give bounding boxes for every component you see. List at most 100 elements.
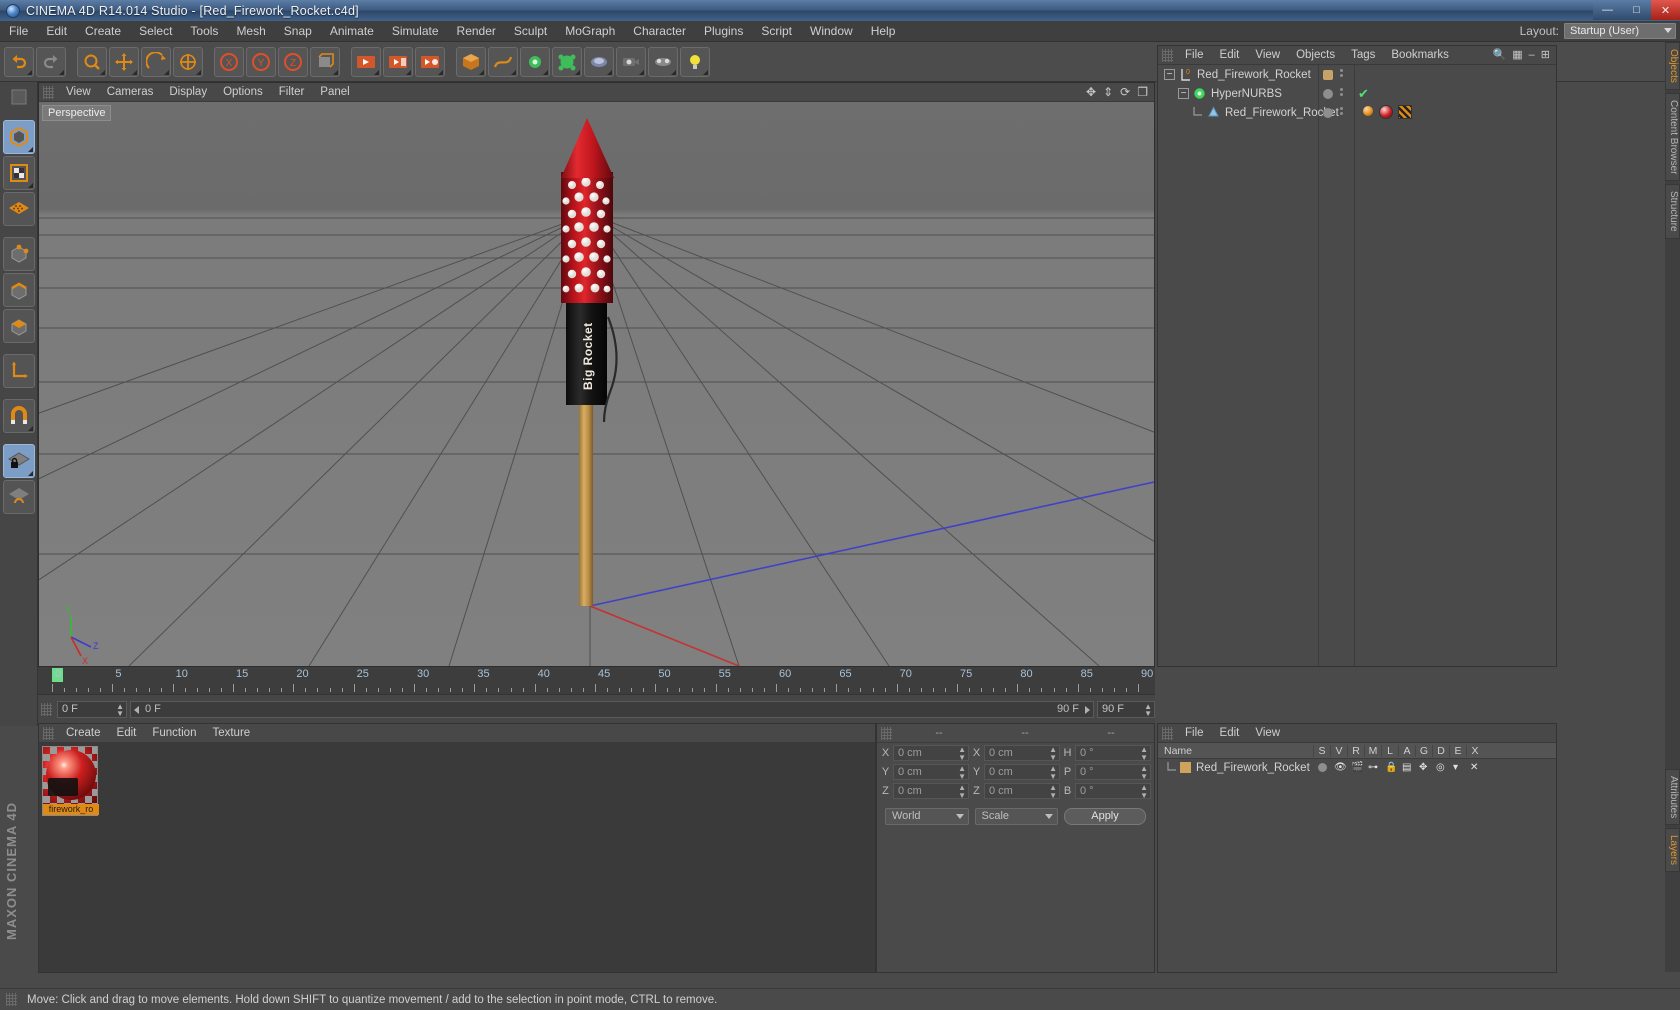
menu-item-plugins[interactable]: Plugins — [695, 21, 752, 41]
menu-item-select[interactable]: Select — [130, 21, 181, 41]
maximize-view-icon[interactable]: ❐ — [1137, 85, 1148, 99]
add-icon[interactable]: ⊞ — [1541, 48, 1550, 61]
timeline-range-bar[interactable]: 0 F 90 F — [130, 701, 1094, 718]
texture-mode-icon[interactable] — [2, 156, 35, 190]
layer-animation-icon[interactable]: ▤ — [1402, 762, 1411, 773]
layer-col-r[interactable]: R — [1347, 744, 1364, 757]
material-menu-texture[interactable]: Texture — [204, 727, 258, 739]
expander-minus-icon[interactable]: − — [1164, 69, 1175, 80]
layer-expressions-icon[interactable]: ▾ — [1453, 762, 1458, 773]
range-left-arrow-icon[interactable] — [134, 706, 139, 714]
material-swatch[interactable]: firework_ro — [42, 746, 99, 816]
end-frame-field[interactable]: 90 F ▲ ▼ — [1097, 701, 1155, 718]
viewport-menu-filter[interactable]: Filter — [271, 86, 313, 98]
search-icon[interactable]: 🔍 — [1493, 48, 1507, 61]
minus-icon[interactable]: – — [1529, 49, 1535, 61]
object-menu-bookmarks[interactable]: Bookmarks — [1383, 49, 1457, 61]
redo-icon[interactable] — [36, 46, 66, 77]
panel-grip[interactable] — [1162, 48, 1173, 62]
menu-item-sculpt[interactable]: Sculpt — [505, 21, 556, 41]
points-mode-icon[interactable] — [2, 237, 35, 271]
layer-visible-icon[interactable]: 👁 — [1334, 762, 1347, 773]
light-icon[interactable] — [680, 46, 710, 77]
spinner-icon[interactable]: ▲ ▼ — [958, 783, 966, 800]
layer-col-g[interactable]: G — [1415, 744, 1432, 757]
menu-item-create[interactable]: Create — [76, 21, 130, 41]
menu-item-help[interactable]: Help — [862, 21, 905, 41]
menu-item-simulate[interactable]: Simulate — [383, 21, 448, 41]
primitive-cube-icon[interactable] — [456, 46, 486, 77]
mograph-icon[interactable] — [552, 46, 582, 77]
pan-icon[interactable]: ✥ — [1086, 85, 1096, 99]
menu-item-animate[interactable]: Animate — [321, 21, 383, 41]
spinner-icon[interactable]: ▲ ▼ — [1140, 764, 1148, 781]
menu-item-tools[interactable]: Tools — [181, 21, 227, 41]
transform-mode-select[interactable]: Scale — [974, 808, 1058, 825]
viewport-menu-cameras[interactable]: Cameras — [99, 86, 162, 98]
material-list[interactable]: firework_ro — [39, 743, 875, 972]
menu-item-snap[interactable]: Snap — [275, 21, 321, 41]
tab-attributes[interactable]: Attributes — [1665, 768, 1680, 826]
rotate-icon[interactable]: ⟳ — [1120, 85, 1130, 99]
polygon-grid-icon[interactable] — [2, 192, 35, 226]
object-menu-objects[interactable]: Objects — [1288, 49, 1343, 61]
spline-icon[interactable] — [488, 46, 518, 77]
deformer-icon[interactable] — [584, 46, 614, 77]
layer-deformers-icon[interactable]: ◎ — [1436, 762, 1445, 773]
magnet-icon[interactable] — [2, 399, 35, 433]
apply-button[interactable]: Apply — [1064, 808, 1146, 825]
menu-item-render[interactable]: Render — [448, 21, 505, 41]
layer-lock-icon[interactable]: 🔒 — [1385, 762, 1397, 773]
tab-layers[interactable]: Layers — [1665, 828, 1680, 873]
viewport-canvas[interactable]: Big Rocket Y Z X — [39, 102, 1154, 666]
maximize-button[interactable]: □ — [1622, 0, 1651, 20]
viewport-menu-view[interactable]: View — [58, 86, 99, 98]
menu-item-mograph[interactable]: MoGraph — [556, 21, 624, 41]
object-editor-dots[interactable] — [1340, 69, 1343, 77]
object-tag-material-icon[interactable] — [1363, 106, 1373, 116]
layer-menu-view[interactable]: View — [1247, 727, 1288, 739]
material-menu-edit[interactable]: Edit — [109, 727, 145, 739]
panel-grip[interactable] — [41, 703, 52, 716]
rot-p-field[interactable]: 0 ° ▲ ▼ — [1075, 763, 1151, 781]
object-visibility-dot[interactable] — [1323, 70, 1333, 80]
tab-objects[interactable]: Objects — [1665, 42, 1680, 90]
polygons-mode-icon[interactable] — [2, 309, 35, 343]
menu-item-character[interactable]: Character — [624, 21, 695, 41]
layer-row[interactable]: Red_Firework_Rocket 👁 🎬 ⊶ 🔒 ▤ ✥ ◎ ▾ ✕ — [1158, 759, 1556, 776]
panel-grip[interactable] — [1162, 726, 1173, 740]
layout-select[interactable]: Startup (User) — [1564, 23, 1676, 39]
spinner-icon[interactable]: ▲ ▼ — [1140, 783, 1148, 800]
close-button[interactable]: ✕ — [1651, 0, 1680, 20]
layer-col-x[interactable]: X — [1466, 744, 1483, 757]
floor-icon[interactable] — [648, 46, 678, 77]
undo-icon[interactable] — [4, 46, 34, 77]
model-mode-icon[interactable] — [2, 120, 35, 154]
tab-structure[interactable]: Structure — [1665, 184, 1680, 239]
layer-render-icon[interactable]: 🎬 — [1351, 762, 1363, 773]
pos-x-field[interactable]: 0 cm ▲ ▼ — [893, 744, 969, 762]
layer-col-l[interactable]: L — [1381, 744, 1398, 757]
spinner-icon[interactable]: ▲ ▼ — [116, 703, 124, 718]
spinner-icon[interactable]: ▲ ▼ — [1049, 783, 1057, 800]
spinner-icon[interactable]: ▲ ▼ — [1049, 764, 1057, 781]
render-region-icon[interactable] — [383, 46, 413, 77]
layer-col-d[interactable]: D — [1432, 744, 1449, 757]
panel-grip[interactable] — [43, 726, 54, 740]
object-row-red-firework-rocket-mesh[interactable]: Red_Firework_Rocket — [1158, 103, 1556, 122]
object-menu-view[interactable]: View — [1247, 49, 1288, 61]
panel-grip[interactable] — [6, 993, 17, 1006]
expander-minus-icon[interactable]: − — [1178, 88, 1189, 99]
object-visibility-dot[interactable] — [1323, 108, 1333, 118]
workplane-icon[interactable] — [2, 480, 35, 514]
spinner-icon[interactable]: ▲ ▼ — [958, 745, 966, 762]
select-live-icon[interactable] — [77, 46, 107, 77]
material-menu-create[interactable]: Create — [58, 727, 109, 739]
object-editor-dots[interactable] — [1340, 107, 1343, 115]
axis-mode-icon[interactable] — [2, 354, 35, 388]
lock-z-icon[interactable]: Z — [278, 46, 308, 77]
zoom-icon[interactable]: ⇕ — [1103, 85, 1113, 99]
material-menu-function[interactable]: Function — [144, 727, 204, 739]
viewport-menu-options[interactable]: Options — [215, 86, 271, 98]
layer-menu-edit[interactable]: Edit — [1212, 727, 1248, 739]
